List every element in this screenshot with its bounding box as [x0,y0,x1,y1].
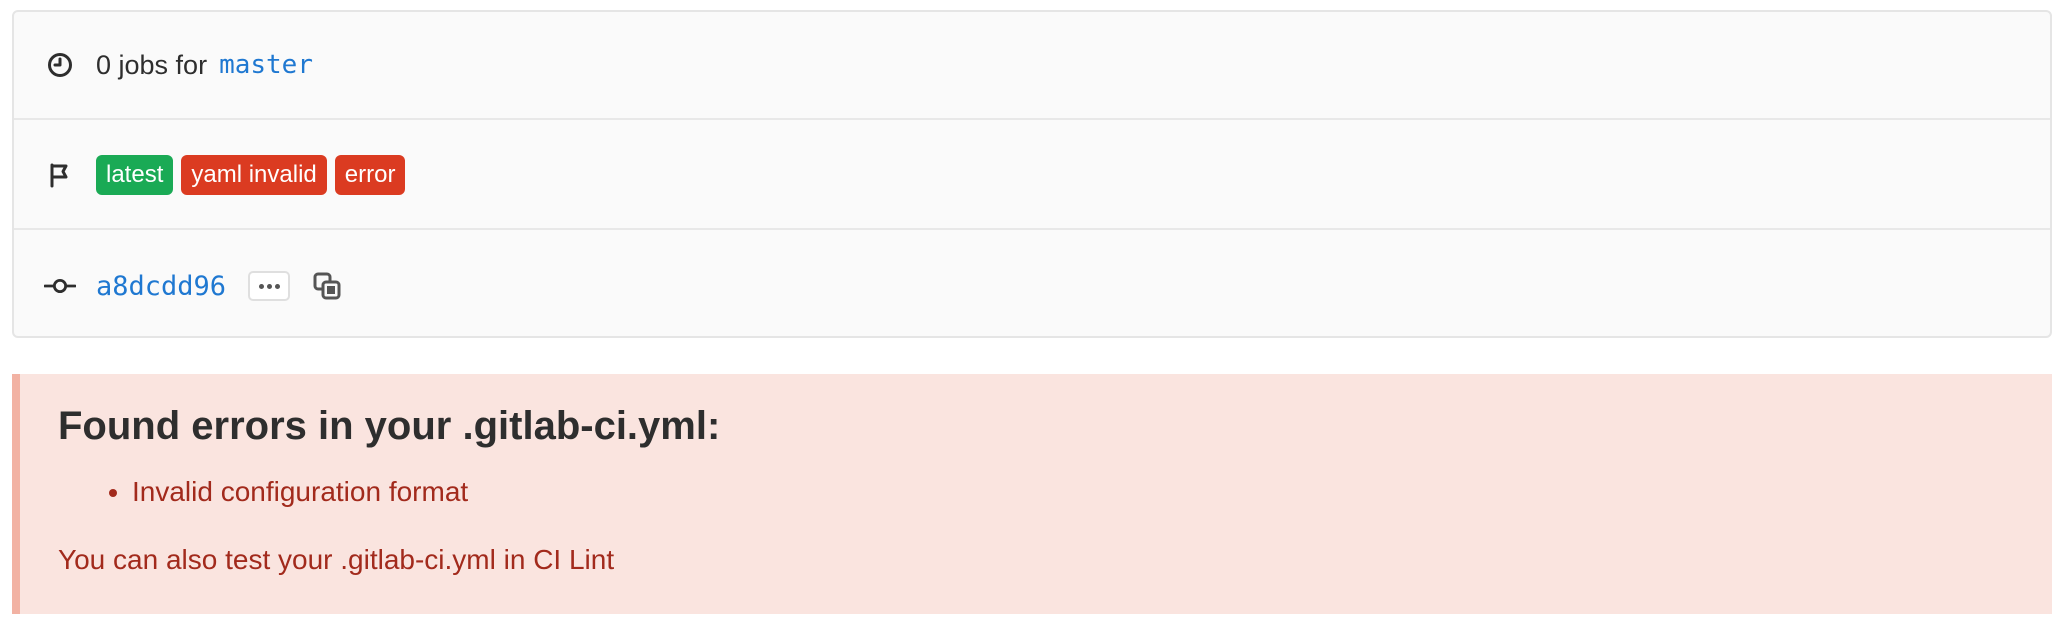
flag-icon [44,159,76,191]
ellipsis-dot [266,283,272,289]
badges-row: latest yaml invalid error [14,122,2050,230]
jobs-summary: 0 jobs for master [96,50,313,81]
commit-info: a8dcdd96 [96,269,344,303]
copy-icon[interactable] [310,269,344,303]
alert-footer: You can also test your .gitlab-ci.yml in… [58,544,614,576]
jobs-count-text: 0 jobs for [96,49,208,80]
branch-link[interactable]: master [219,50,313,80]
pipeline-info-box: 0 jobs for master latest yaml invalid er… [12,10,2052,338]
jobs-row: 0 jobs for master [14,12,2050,120]
error-list: Invalid configuration format [82,472,468,512]
commit-icon [44,270,76,302]
badge-error[interactable]: error [334,155,406,195]
alert-title: Found errors in your .gitlab-ci.yml: [58,404,721,448]
clock-icon [44,49,76,81]
pipeline-badges: latest yaml invalid error [96,155,406,195]
error-item: Invalid configuration format [132,472,468,512]
alert-footer-text: You can also test your .gitlab-ci.yml in [58,544,534,575]
ci-error-alert: Found errors in your .gitlab-ci.yml: Inv… [12,374,2052,614]
commit-sha-link[interactable]: a8dcdd96 [96,271,226,302]
badge-latest[interactable]: latest [96,155,174,195]
ci-lint-link[interactable]: CI Lint [533,544,614,575]
ellipsis-dot [274,283,280,289]
ellipsis-dot [258,283,264,289]
expand-commit-message-button[interactable] [248,271,291,301]
badge-yaml-invalid[interactable]: yaml invalid [181,155,327,195]
commit-row: a8dcdd96 [14,232,2050,340]
